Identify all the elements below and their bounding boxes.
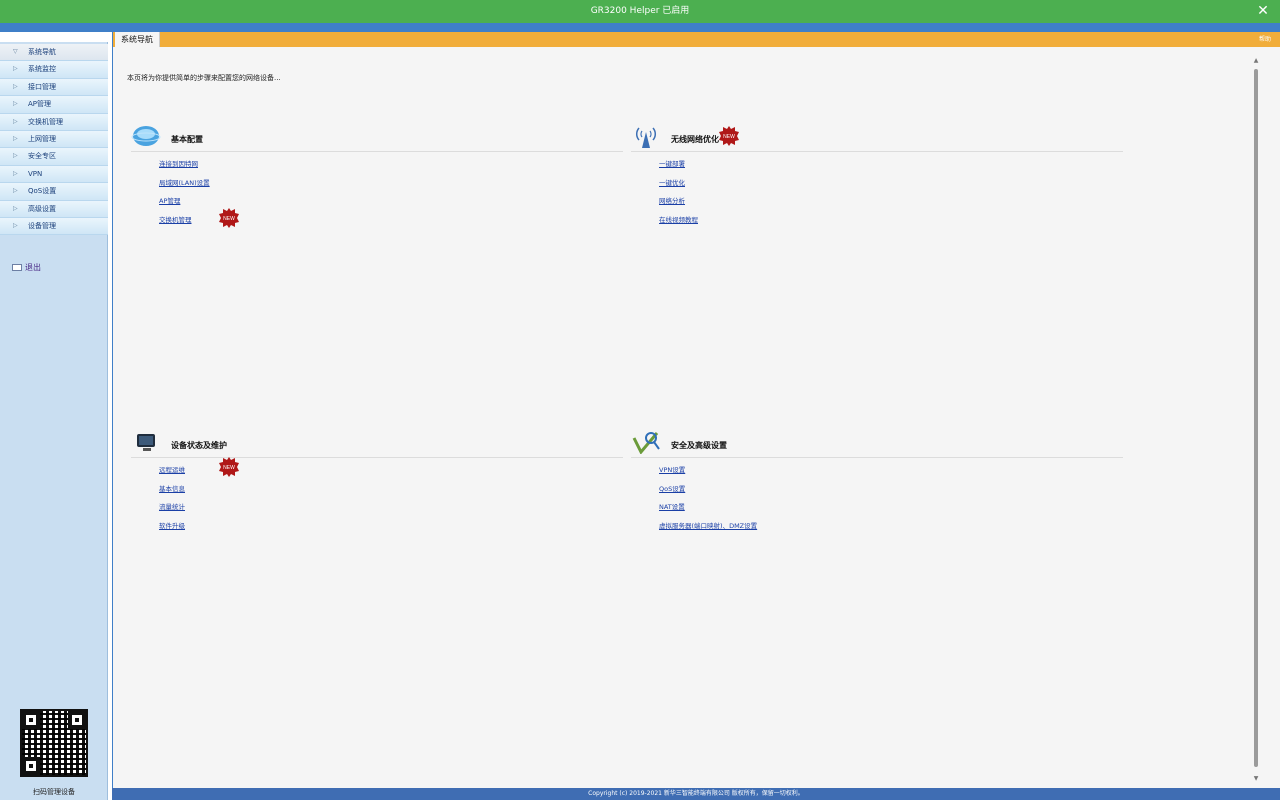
badge-text: NEW [723, 134, 735, 140]
link-nat-settings[interactable]: NAT设置 [659, 501, 1151, 520]
chevron-right-icon: ▷ [13, 117, 18, 125]
chevron-right-icon: ▷ [13, 65, 18, 73]
qr-finder [22, 757, 40, 775]
tools-icon [632, 432, 660, 454]
chevron-right-icon: ▷ [13, 169, 18, 177]
help-link[interactable]: 帮助 [1259, 32, 1271, 47]
sidebar-item-switch[interactable]: ▷ 交换机管理 [0, 113, 108, 131]
sidebar-item-label: 系统监控 [28, 65, 56, 74]
sidebar-item-advanced[interactable]: ▷ 高级设置 [0, 200, 108, 218]
chevron-right-icon: ▷ [13, 100, 18, 108]
sidebar-item-label: 设备管理 [28, 221, 56, 230]
sidebar-item-label: 交换机管理 [28, 117, 63, 126]
sidebar-item-label: 系统导航 [28, 48, 56, 56]
sidebar-item-system-navigation[interactable]: ▽ 系统导航 [0, 44, 108, 62]
link-software-upgrade[interactable]: 软件升级 [159, 520, 651, 539]
sidebar-nav: ▽ 系统导航 ▷ 系统监控 ▷ 接口管理 ▷ AP管理 ▷ 交换机管理 ▷ 上网… [0, 44, 108, 236]
badge-text: NEW [223, 465, 235, 471]
new-badge-icon: NEW [219, 457, 239, 477]
qr-code [20, 709, 88, 777]
link-virtual-server-dmz[interactable]: 虚拟服务器(端口映射)、DMZ设置 [659, 520, 1151, 539]
tab-bar: 系统导航 帮助 [113, 32, 1280, 47]
sidebar-top-strip [0, 32, 108, 42]
chevron-right-icon: ▷ [13, 221, 18, 229]
section-wireless: 无线网络优化 一键部署 一键优化 网络分析 在线视频教程 NEW [631, 122, 1123, 232]
vertical-scrollbar[interactable]: ▲ ▼ [1251, 57, 1261, 782]
sidebar-item-qos[interactable]: ▷ QoS设置 [0, 183, 108, 201]
chevron-right-icon: ▷ [13, 187, 18, 195]
header-strip [0, 23, 1280, 32]
sidebar-item-label: AP管理 [28, 100, 52, 109]
scroll-down-icon[interactable]: ▼ [1251, 775, 1261, 782]
sidebar-item-ap[interactable]: ▷ AP管理 [0, 96, 108, 114]
chevron-right-icon: ▷ [13, 134, 18, 142]
logout-button[interactable]: 退出 [12, 262, 41, 273]
link-network-analysis[interactable]: 网络分析 [659, 195, 1151, 214]
logout-label: 退出 [25, 263, 41, 272]
intro-text: 本页将为你提供简单的步骤来配置您的网络设备... [127, 74, 281, 82]
antenna-icon [635, 127, 657, 148]
link-vpn-settings[interactable]: VPN设置 [659, 464, 1151, 483]
sidebar: ▽ 系统导航 ▷ 系统监控 ▷ 接口管理 ▷ AP管理 ▷ 交换机管理 ▷ 上网… [0, 32, 108, 800]
qr-finder [22, 711, 40, 729]
sidebar-item-label: 高级设置 [28, 204, 56, 213]
sidebar-item-label: 上网管理 [28, 134, 56, 143]
section-header: 安全及高级设置 [631, 428, 1123, 458]
chevron-right-icon: ▷ [13, 82, 18, 90]
section-security: 安全及高级设置 VPN设置 QoS设置 NAT设置 虚拟服务器(端口映射)、DM… [631, 428, 1123, 538]
link-traffic-stats[interactable]: 流量统计 [159, 501, 651, 520]
globe-icon [131, 126, 161, 146]
link-basic-info[interactable]: 基本信息 [159, 483, 651, 502]
link-list: 一键部署 一键优化 网络分析 在线视频教程 [659, 158, 1151, 232]
link-one-click-deploy[interactable]: 一键部署 [659, 158, 1151, 177]
sidebar-item-interface[interactable]: ▷ 接口管理 [0, 78, 108, 97]
new-badge-icon: NEW [219, 208, 239, 228]
link-connect-internet[interactable]: 连接到因特网 [159, 158, 651, 177]
section-title: 安全及高级设置 [671, 441, 727, 450]
sidebar-item-label: 安全专区 [28, 152, 56, 161]
chevron-right-icon: ▷ [13, 204, 18, 212]
link-one-click-optimize[interactable]: 一键优化 [659, 177, 1151, 196]
close-icon[interactable]: ✕ [1256, 3, 1270, 19]
section-title: 设备状态及维护 [171, 441, 227, 450]
badge-text: NEW [223, 216, 235, 222]
sidebar-item-security[interactable]: ▷ 安全专区 [0, 148, 108, 166]
sidebar-item-label: VPN [28, 169, 43, 178]
window-titlebar: GR3200 Helper 已启用 ✕ [0, 0, 1280, 23]
section-basic-config: 基本配置 连接到因特网 局域网(LAN)设置 AP管理 交换机管理 NEW [131, 122, 623, 232]
sidebar-item-label: 接口管理 [28, 82, 56, 91]
link-lan-settings[interactable]: 局域网(LAN)设置 [159, 177, 651, 196]
qr-label: 扫码管理设备 [33, 788, 75, 796]
scroll-thumb[interactable] [1254, 69, 1258, 767]
new-badge-icon: NEW [719, 126, 739, 146]
monitor-icon [137, 434, 155, 451]
tab-system-navigation[interactable]: 系统导航 [115, 32, 160, 47]
main-content: 系统导航 帮助 本页将为你提供简单的步骤来配置您的网络设备... 基本配置 连接… [112, 32, 1280, 788]
section-header: 基本配置 [131, 122, 623, 152]
chevron-down-icon: ▽ [13, 48, 18, 55]
footer: Copyright (c) 2019-2021 新华三智能终端有限公司 版权所有… [112, 788, 1280, 800]
section-title: 无线网络优化 [671, 135, 719, 144]
logout-icon [12, 264, 22, 271]
sidebar-item-vpn[interactable]: ▷ VPN [0, 165, 108, 184]
scroll-up-icon[interactable]: ▲ [1251, 57, 1261, 64]
sidebar-item-device[interactable]: ▷ 设备管理 [0, 217, 108, 236]
chevron-right-icon: ▷ [13, 152, 18, 160]
sidebar-item-system-monitor[interactable]: ▷ 系统监控 [0, 61, 108, 79]
qr-finder [68, 711, 86, 729]
section-header: 设备状态及维护 [131, 428, 623, 458]
window-title: GR3200 Helper 已启用 [590, 6, 690, 16]
sidebar-item-label: QoS设置 [28, 187, 57, 196]
section-title: 基本配置 [171, 135, 203, 144]
section-device-status: 设备状态及维护 远程运维 基本信息 流量统计 软件升级 NEW [131, 428, 623, 538]
link-video-tutorial[interactable]: 在线视频教程 [659, 214, 1151, 233]
sidebar-item-internet[interactable]: ▷ 上网管理 [0, 130, 108, 149]
link-list: VPN设置 QoS设置 NAT设置 虚拟服务器(端口映射)、DMZ设置 [659, 464, 1151, 538]
link-qos-settings[interactable]: QoS设置 [659, 483, 1151, 502]
section-header: 无线网络优化 [631, 122, 1123, 152]
